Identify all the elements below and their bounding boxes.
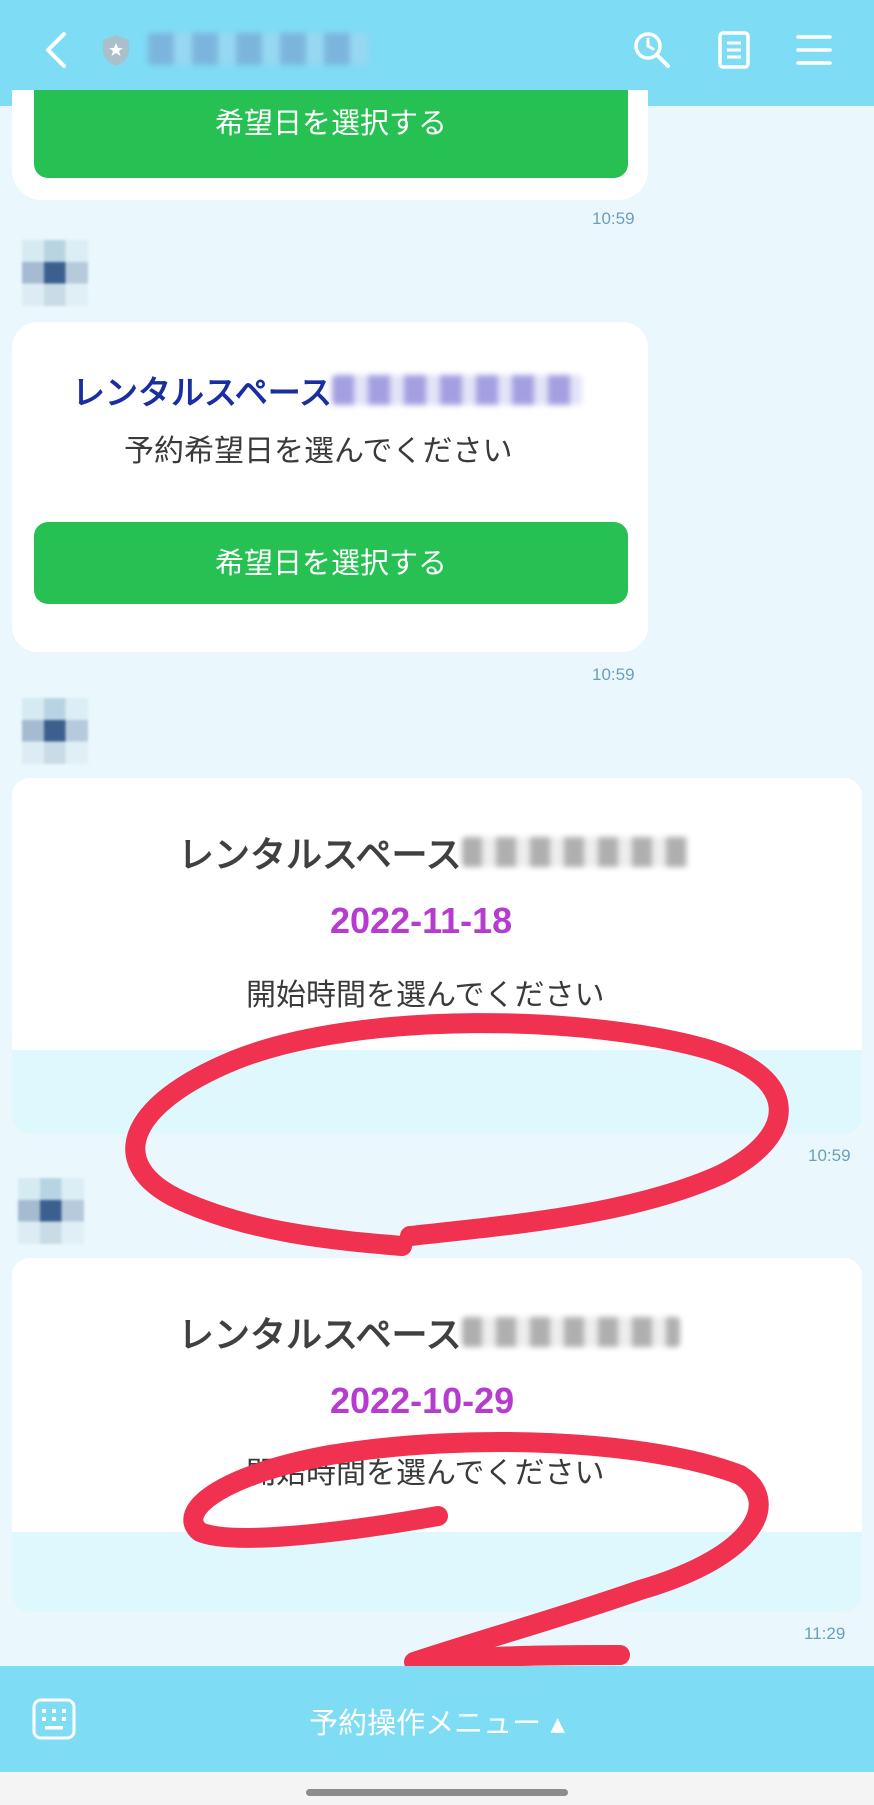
reservation-menu-label[interactable]: 予約操作メニュー ▴ (0, 1700, 874, 1742)
message-subtitle: 開始時間を選んでください (246, 1456, 605, 1491)
avatar (22, 240, 88, 306)
time-options-empty-area[interactable] (12, 1050, 862, 1134)
notes-icon[interactable] (712, 28, 756, 72)
message-card-4: レンタルスペース 2022-10-29 開始時間を選んでください (12, 1258, 862, 1612)
message-bubble-2: レンタルスペース 予約希望日を選んでください 希望日を選択する (12, 322, 648, 652)
message-title: レンタルスペース (72, 366, 583, 414)
system-navigation-bar (0, 1772, 874, 1805)
message-bubble-1: 希望日を選択する (12, 90, 648, 200)
shield-star-icon (103, 35, 129, 66)
selected-date: 2022-10-29 (330, 1380, 515, 1421)
message-title: レンタルスペース (178, 826, 688, 878)
time-options-empty-area[interactable] (12, 1532, 862, 1612)
message-time: 10:59 (808, 1146, 851, 1165)
search-icon[interactable] (630, 28, 674, 72)
hamburger-icon[interactable] (792, 28, 836, 72)
message-card-3: レンタルスペース 2022-11-18 開始時間を選んでください (12, 778, 862, 1134)
select-date-button[interactable]: 希望日を選択する (34, 90, 628, 178)
message-time: 10:59 (592, 665, 635, 684)
redacted-text (332, 375, 583, 405)
redacted-text (461, 1317, 680, 1347)
chevron-left-icon[interactable] (38, 28, 78, 72)
selected-date: 2022-11-18 (330, 900, 513, 941)
avatar (18, 1178, 84, 1244)
message-title: レンタルスペース (178, 1306, 680, 1358)
select-date-button[interactable]: 希望日を選択する (34, 522, 628, 604)
message-subtitle: 予約希望日を選んでください (124, 434, 513, 469)
reservation-menu-bar[interactable]: 予約操作メニュー ▴ (0, 1666, 874, 1772)
message-subtitle: 開始時間を選んでください (246, 978, 605, 1013)
redacted-text (461, 837, 688, 867)
chat-name-redacted (148, 33, 368, 65)
home-indicator[interactable] (306, 1789, 568, 1796)
avatar (22, 698, 88, 764)
message-time: 11:29 (804, 1624, 846, 1643)
message-time: 10:59 (592, 209, 635, 228)
